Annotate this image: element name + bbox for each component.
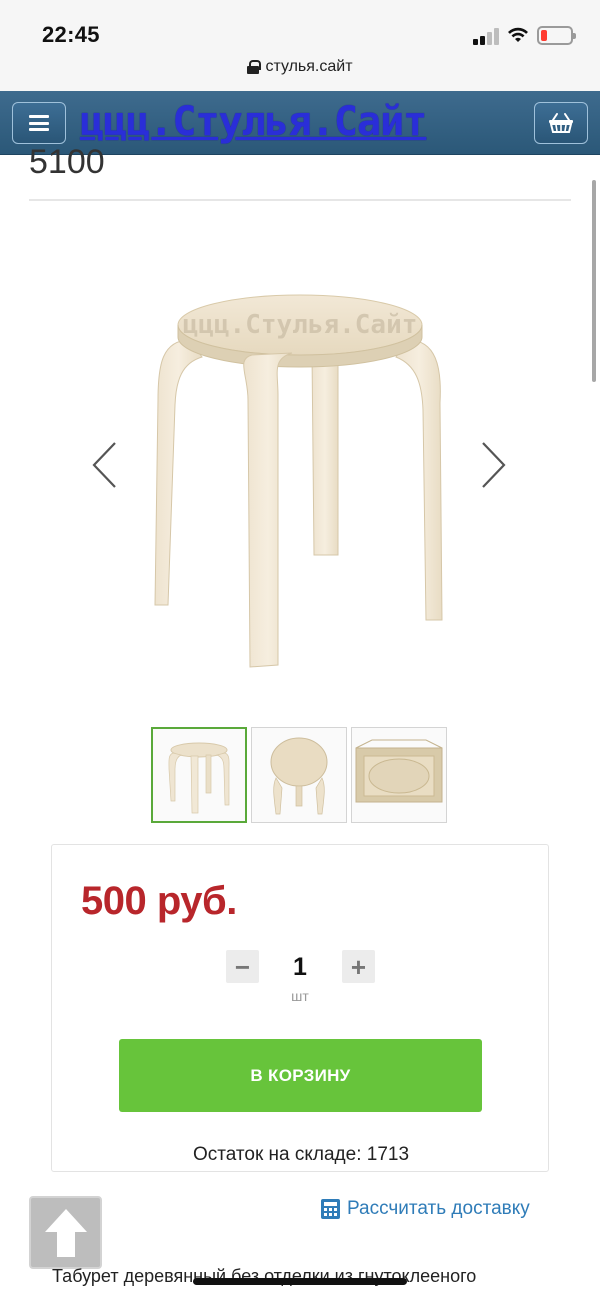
- thumbnail-strip: [151, 727, 449, 824]
- thumbnail-stool-front[interactable]: [151, 727, 247, 823]
- product-main-photo[interactable]: ццц.Стулья.Сайт: [140, 285, 460, 680]
- cart-button[interactable]: [534, 102, 588, 144]
- battery-icon: [537, 26, 576, 45]
- calculate-delivery-label: Рассчитать доставку: [347, 1198, 530, 1219]
- hamburger-icon: [29, 115, 49, 131]
- photo-watermark: ццц.Стулья.Сайт: [183, 310, 418, 340]
- basket-icon: [549, 113, 573, 133]
- site-logo-link[interactable]: ццц.Стулья.Сайт: [80, 99, 427, 145]
- product-price: 500 руб.: [81, 879, 237, 923]
- arrow-up-icon: [44, 1208, 87, 1257]
- menu-button[interactable]: [12, 102, 66, 144]
- lock-icon: [247, 60, 262, 74]
- chevron-left-icon[interactable]: [90, 440, 120, 490]
- status-bar: 22:45: [0, 0, 600, 56]
- cellular-signal-icon: [473, 27, 501, 45]
- product-article-code: 5100: [29, 143, 105, 181]
- home-indicator[interactable]: [193, 1278, 407, 1285]
- quantity-decrease-button[interactable]: −: [226, 950, 259, 983]
- chevron-right-icon[interactable]: [478, 440, 508, 490]
- url-bar[interactable]: стулья.сайт: [0, 56, 600, 91]
- wifi-icon: [508, 27, 528, 42]
- calculator-icon: [321, 1199, 340, 1219]
- calculate-delivery-link[interactable]: Рассчитать доставку: [320, 1198, 530, 1220]
- divider: [29, 199, 571, 201]
- stock-remaining: Остаток на складе: 1713: [192, 1144, 410, 1165]
- status-time: 22:45: [42, 22, 100, 47]
- thumbnail-stool-packed[interactable]: [351, 727, 447, 823]
- product-gallery: ццц.Стулья.Сайт: [0, 230, 600, 700]
- add-to-cart-button[interactable]: В КОРЗИНУ: [119, 1039, 482, 1112]
- buy-box: 500 руб. − 1 шт + В КОРЗИНУ Остаток на с…: [51, 844, 549, 1172]
- quantity-unit: шт: [291, 988, 309, 1004]
- url-domain: стулья.сайт: [265, 58, 353, 75]
- thumbnail-stool-top[interactable]: [251, 727, 347, 823]
- quantity-increase-button[interactable]: +: [342, 950, 375, 983]
- quantity-value[interactable]: 1: [262, 953, 338, 982]
- scroll-to-top-button[interactable]: [29, 1196, 102, 1269]
